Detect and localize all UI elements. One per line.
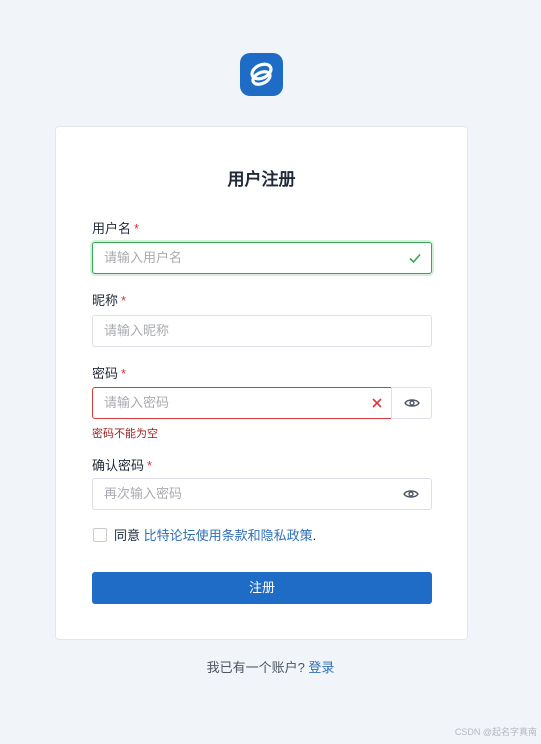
required-mark: * <box>121 366 127 381</box>
username-input[interactable]: 请输入用户名 <box>92 242 432 274</box>
password-label: 密码 * <box>92 363 126 382</box>
page-title: 用户注册 <box>227 170 296 189</box>
password-error-message: 密码不能为空 <box>92 428 158 440</box>
eye-icon <box>404 399 420 407</box>
nickname-input[interactable]: 请输入昵称 <box>92 315 432 347</box>
password-visibility-toggle[interactable] <box>391 387 432 419</box>
required-mark: * <box>147 458 153 473</box>
agree-checkbox[interactable] <box>93 528 107 542</box>
confirm-password-placeholder: 再次输入密码 <box>104 486 183 501</box>
app-logo <box>240 53 283 96</box>
nickname-label: 昵称 * <box>92 290 126 309</box>
login-link[interactable]: 登录 <box>308 660 334 675</box>
required-mark: * <box>121 293 127 308</box>
password-placeholder: 请输入密码 <box>104 395 170 410</box>
agree-prefix: 同意 <box>114 528 141 543</box>
username-placeholder: 请输入用户名 <box>104 250 183 265</box>
login-prompt-text: 我已有一个账户? <box>206 660 305 675</box>
login-prompt: 我已有一个账户? 登录 <box>0 657 541 676</box>
register-button[interactable]: 注册 <box>92 572 432 604</box>
username-label: 用户名 * <box>92 218 139 237</box>
password-input[interactable]: 请输入密码 <box>92 387 391 419</box>
password-label-text: 密码 <box>92 366 119 381</box>
page: 用户注册 用户名* 请输入用户名 昵称* 请输入昵称 密码* 请输入密码 <box>0 0 541 744</box>
clear-icon[interactable] <box>370 396 384 410</box>
eye-icon[interactable] <box>403 487 419 501</box>
agree-text: 同意 比特论坛使用条款和隐私政策. <box>114 525 316 544</box>
confirm-password-label: 确认密码 * <box>92 455 152 474</box>
nickname-placeholder: 请输入昵称 <box>104 323 170 338</box>
confirm-password-label-text: 确认密码 <box>92 458 145 473</box>
required-mark: * <box>134 221 140 236</box>
register-card: 用户注册 用户名* 请输入用户名 昵称* 请输入昵称 密码* 请输入密码 <box>55 126 468 640</box>
agree-suffix: . <box>312 528 317 543</box>
check-icon <box>409 253 421 264</box>
watermark: CSDN @起名字真南 <box>454 727 537 737</box>
confirm-password-input[interactable]: 再次输入密码 <box>92 478 432 510</box>
logo-icon <box>250 62 273 86</box>
terms-link[interactable]: 比特论坛使用条款和隐私政策 <box>144 528 313 543</box>
username-label-text: 用户名 <box>92 221 132 236</box>
nickname-label-text: 昵称 <box>92 293 119 308</box>
